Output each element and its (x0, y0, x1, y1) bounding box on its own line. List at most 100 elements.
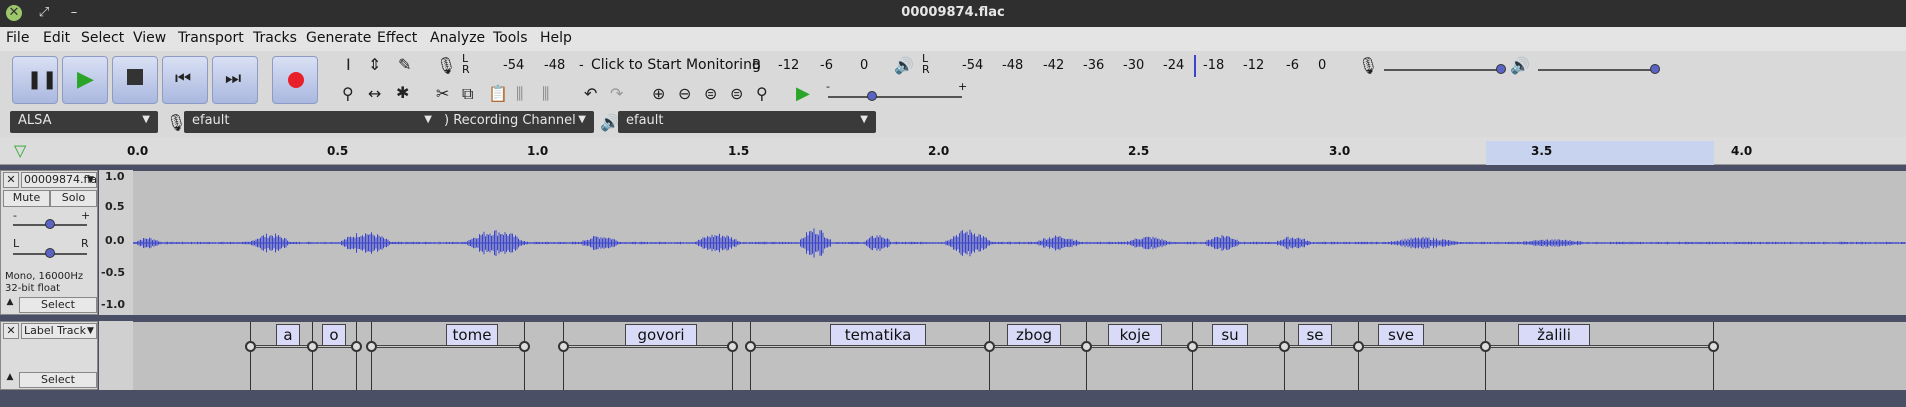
label-handle[interactable] (519, 341, 530, 352)
close-track-icon[interactable]: ✕ (3, 172, 19, 188)
zoom-out-icon[interactable]: ⊖ (678, 84, 691, 103)
recording-volume-slider[interactable] (1496, 64, 1506, 74)
collapse-track-icon[interactable]: ▲ (3, 297, 17, 313)
label-boundary (250, 322, 251, 390)
skip-end-button[interactable]: ⏭ (212, 56, 258, 104)
label-text[interactable]: govori (625, 324, 697, 346)
label-text[interactable]: žalili (1518, 324, 1590, 346)
label-text[interactable]: sve (1378, 324, 1424, 346)
label-handle[interactable] (1081, 341, 1092, 352)
menu-view[interactable]: View (133, 30, 166, 46)
gain-plus-label: + (81, 209, 91, 222)
label-text[interactable]: se (1298, 324, 1332, 346)
label-handle[interactable] (1187, 341, 1198, 352)
menu-tracks[interactable]: Tracks (253, 30, 297, 46)
menu-tools[interactable]: Tools (493, 30, 528, 46)
menu-help[interactable]: Help (540, 30, 572, 46)
label-handle[interactable] (366, 341, 377, 352)
record-button[interactable] (272, 56, 318, 104)
scale-label: -0.5 (101, 266, 126, 279)
mute-button[interactable]: Mute (3, 190, 50, 207)
record-tick: 0 (860, 58, 869, 73)
label-text[interactable]: tematika (830, 324, 926, 346)
undo-icon[interactable]: ↶ (584, 84, 597, 103)
audio-track-panel[interactable]: ✕ 00009874.fla ▼ Mute Solo - + L R Mono,… (0, 170, 98, 315)
label-handle[interactable] (1353, 341, 1364, 352)
menu-analyze[interactable]: Analyze (430, 30, 485, 46)
label-text[interactable]: zbog (1007, 324, 1061, 346)
record-meter-lr: LR (462, 52, 470, 76)
silence-icon[interactable]: ⫼ (542, 84, 549, 104)
play-head-icon[interactable]: ▽ (14, 141, 26, 160)
label-handle[interactable] (727, 341, 738, 352)
stop-button[interactable] (112, 56, 158, 104)
label-handle[interactable] (1480, 341, 1491, 352)
zoom-tool-icon[interactable]: ⚲ (342, 84, 354, 103)
solo-button[interactable]: Solo (50, 190, 97, 207)
label-text[interactable]: a (276, 324, 300, 346)
timeshift-tool-icon[interactable]: ↔ (368, 84, 381, 103)
paste-icon[interactable]: 📋 (488, 84, 508, 103)
trim-icon[interactable]: ⫼ (516, 84, 523, 104)
label-track-panel[interactable]: ✕ Label Track ▼ ▲ Select (0, 321, 98, 390)
label-text[interactable]: tome (446, 324, 498, 346)
select-track-button[interactable]: Select (19, 297, 97, 313)
label-handle[interactable] (351, 341, 362, 352)
play-at-speed-icon[interactable]: ▶ (796, 83, 810, 104)
record-meter-monitor-prompt[interactable]: Click to Start Monitoring (591, 57, 761, 73)
label-handle[interactable] (745, 341, 756, 352)
audio-waveform-area[interactable] (132, 171, 1906, 315)
recording-volume-icon: 🎙 (1358, 56, 1379, 75)
playback-volume-slider[interactable] (1650, 64, 1660, 74)
draw-tool-icon[interactable]: ✎ (398, 55, 411, 74)
audio-track-name[interactable]: 00009874.fla (21, 172, 97, 188)
skip-start-button[interactable]: ⏮ (162, 56, 208, 104)
multi-tool-icon[interactable]: ✱ (396, 83, 409, 102)
label-start-handle[interactable] (245, 341, 256, 352)
speaker-icon[interactable]: 🔊 (894, 56, 914, 75)
label-boundary (1358, 322, 1359, 390)
fit-selection-icon[interactable]: ⊜ (704, 84, 717, 103)
collapse-track-icon[interactable]: ▲ (3, 372, 17, 388)
fit-project-icon[interactable]: ⊜ (730, 84, 743, 103)
envelope-tool-icon[interactable]: ⇕ (368, 55, 381, 74)
microphone-icon[interactable]: 🎙 (436, 56, 456, 75)
menu-file[interactable]: File (6, 30, 29, 46)
label-track-name[interactable]: Label Track (21, 323, 97, 339)
playback-device-select[interactable]: efault ▼ (618, 111, 876, 133)
audio-host-select[interactable]: ALSA ▼ (10, 111, 158, 133)
play-speed-slider[interactable] (867, 91, 877, 101)
label-end-handle[interactable] (1708, 341, 1719, 352)
recording-device-value: efault (192, 113, 230, 128)
label-handle[interactable] (307, 341, 318, 352)
label-text[interactable]: su (1212, 324, 1248, 346)
play-button[interactable]: ▶ (62, 56, 108, 104)
recording-channel-select[interactable]: ) Recording Channel ▼ (436, 111, 594, 133)
label-boundary (750, 322, 751, 390)
label-handle[interactable] (1279, 341, 1290, 352)
menu-select[interactable]: Select (81, 30, 124, 46)
label-text[interactable]: koje (1108, 324, 1162, 346)
menu-effect[interactable]: Effect (377, 30, 417, 46)
zoom-in-icon[interactable]: ⊕ (652, 84, 665, 103)
gain-slider[interactable] (45, 219, 55, 229)
label-handle[interactable] (558, 341, 569, 352)
menu-transport[interactable]: Transport (178, 30, 244, 46)
selection-tool-icon[interactable]: I (346, 55, 351, 74)
recording-device-select[interactable]: efault ▼ (184, 111, 440, 133)
zoom-toggle-icon[interactable]: ⚲ (756, 84, 768, 103)
close-track-icon[interactable]: ✕ (3, 323, 19, 339)
redo-icon[interactable]: ↷ (610, 84, 623, 103)
select-track-button[interactable]: Select (19, 372, 97, 388)
play-meter-marker (1194, 55, 1196, 77)
menu-edit[interactable]: Edit (43, 30, 70, 46)
cut-icon[interactable]: ✂ (436, 84, 449, 103)
menu-generate[interactable]: Generate (306, 30, 371, 46)
pause-button[interactable]: ❚❚ (12, 56, 58, 104)
label-text[interactable]: o (322, 324, 346, 346)
label-handle[interactable] (984, 341, 995, 352)
play-icon: ▶ (77, 67, 94, 92)
pan-slider[interactable] (45, 248, 55, 258)
copy-icon[interactable]: ⧉ (462, 84, 473, 104)
playback-device-icon: 🔊 (600, 113, 620, 132)
